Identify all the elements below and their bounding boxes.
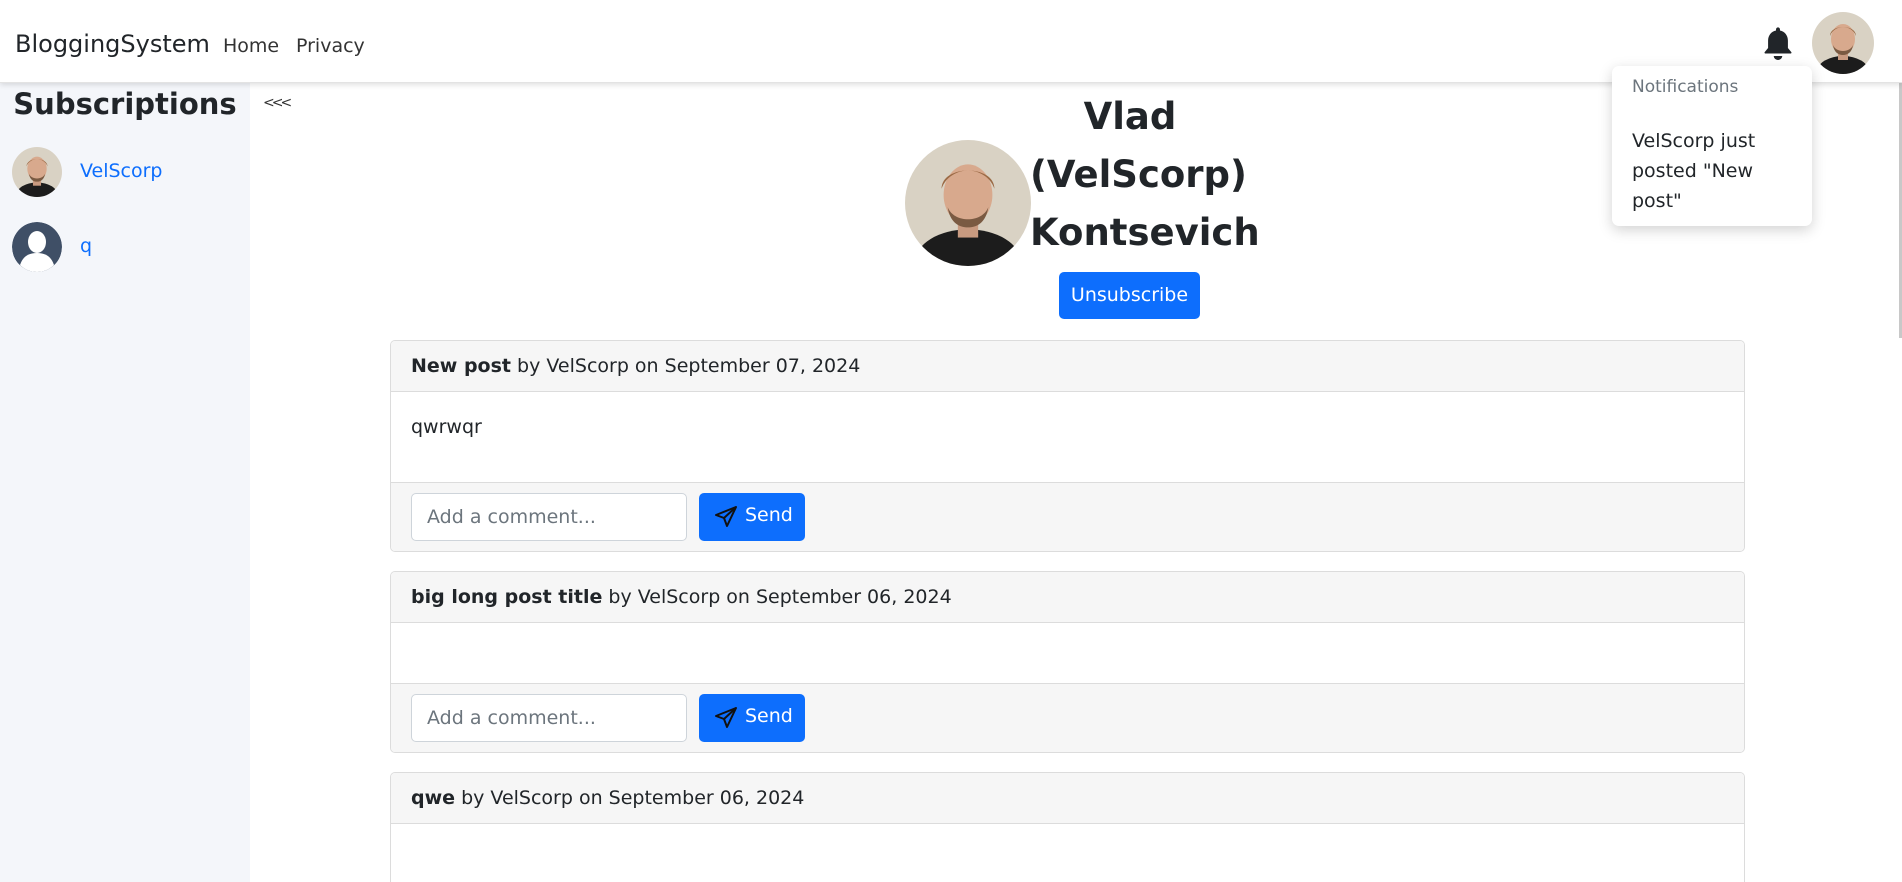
send-label: Send — [745, 705, 793, 727]
send-icon — [715, 506, 737, 527]
profile-first-name: Vlad — [1083, 95, 1177, 138]
post-meta: by VelScorp on September 07, 2024 — [511, 355, 861, 377]
post-title: New post — [411, 355, 512, 377]
default-user-icon — [12, 222, 62, 272]
post-body — [391, 623, 1744, 684]
profile-avatar — [905, 140, 1031, 266]
post-meta: by VelScorp on September 06, 2024 — [455, 787, 805, 809]
subscription-name[interactable]: VelScorp — [80, 162, 163, 181]
post-meta: by VelScorp on September 06, 2024 — [602, 586, 952, 608]
send-button[interactable]: Send — [699, 694, 805, 742]
notifications-title: Notifications — [1632, 77, 1739, 97]
post-title: qwe — [411, 787, 456, 809]
post-title: big long post title — [411, 586, 603, 608]
comment-input[interactable] — [411, 493, 687, 541]
profile-last-name: Kontsevich — [1030, 211, 1260, 254]
sidebar-title: Subscriptions — [13, 87, 237, 121]
comment-input[interactable] — [411, 694, 687, 742]
user-avatar[interactable] — [1812, 12, 1874, 74]
sidebar-item-velscorp[interactable]: VelScorp — [12, 147, 242, 199]
send-icon — [715, 707, 737, 728]
brand-logo[interactable]: BloggingSystem — [15, 32, 210, 56]
post-card: New post by VelScorp on September 07, 20… — [390, 340, 1745, 552]
collapse-sidebar-button[interactable]: <<< — [263, 96, 292, 110]
notifications-dropdown: Notifications VelScorp just posted "New … — [1612, 66, 1812, 226]
post-header: New post by VelScorp on September 07, 20… — [391, 341, 1744, 392]
send-label: Send — [745, 504, 793, 526]
profile-username: (VelScorp) — [1030, 153, 1247, 196]
send-button[interactable]: Send — [699, 493, 805, 541]
sidebar — [0, 83, 250, 882]
nav-privacy-link[interactable]: Privacy — [296, 37, 365, 56]
comment-form: Send — [391, 483, 1744, 551]
subscription-name[interactable]: q — [80, 237, 92, 256]
unsubscribe-button[interactable]: Unsubscribe — [1059, 272, 1200, 319]
comment-form: Send — [391, 684, 1744, 752]
bell-icon[interactable] — [1761, 24, 1795, 62]
post-card: qwe by VelScorp on September 06, 2024 — [390, 772, 1745, 882]
post-header: big long post title by VelScorp on Septe… — [391, 572, 1744, 623]
subscription-avatar — [12, 147, 62, 197]
notification-item[interactable]: VelScorp just posted "New post" — [1632, 126, 1797, 216]
post-card: big long post title by VelScorp on Septe… — [390, 571, 1745, 753]
post-body: qwrwqr — [391, 392, 1744, 483]
post-body — [391, 824, 1744, 882]
profile-name: Vlad (VelScorp) Kontsevich — [1030, 88, 1260, 262]
post-header: qwe by VelScorp on September 06, 2024 — [391, 773, 1744, 824]
sidebar-item-q[interactable]: q — [12, 222, 242, 274]
nav-home-link[interactable]: Home — [223, 37, 279, 56]
